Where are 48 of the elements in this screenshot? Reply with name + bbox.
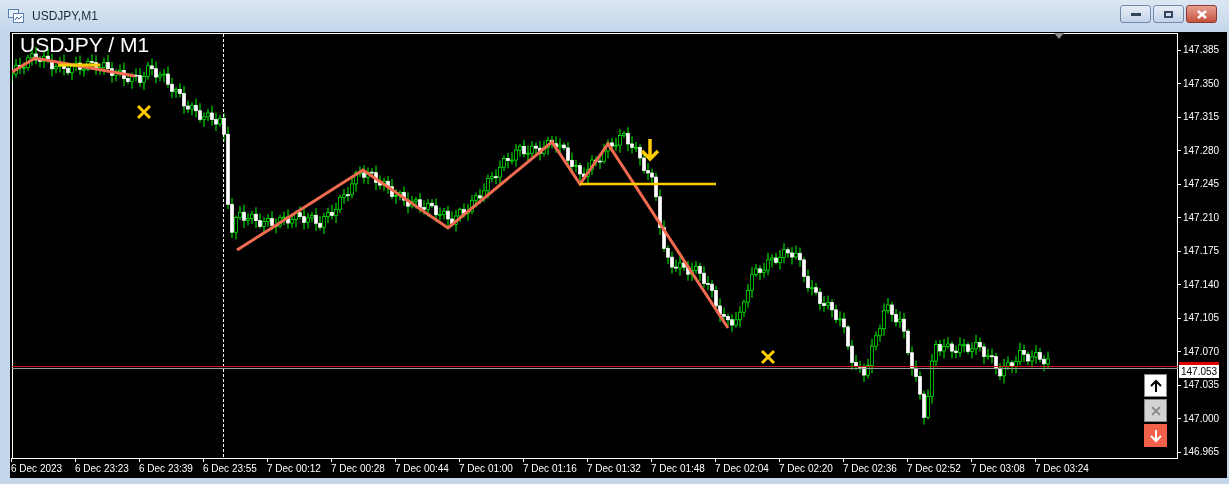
time-axis-label: 6 Dec 23:39 <box>139 462 193 475</box>
price-axis-label: 147.035 <box>1183 378 1220 392</box>
sell-button[interactable] <box>1144 424 1167 447</box>
price-axis-label: 147.000 <box>1183 411 1220 426</box>
current-price-label: 147.053 <box>1179 362 1220 378</box>
price-axis-label: 147.350 <box>1183 76 1220 91</box>
restore-icon <box>1164 10 1173 18</box>
time-axis-label: 7 Dec 01:48 <box>651 462 705 475</box>
price-axis-label: 146.965 <box>1183 445 1220 459</box>
close-icon <box>1150 405 1161 416</box>
minimize-icon <box>1130 12 1141 16</box>
price-axis-label: 147.210 <box>1183 210 1220 225</box>
price-axis-label: 147.175 <box>1183 244 1220 258</box>
time-axis-label: 6 Dec 23:55 <box>203 462 257 475</box>
chart-title: USDJPY / M1 <box>20 34 150 55</box>
price-axis-label: 147.245 <box>1183 177 1220 191</box>
price-axis-label: 147.070 <box>1183 344 1220 359</box>
price-axis-label: 147.105 <box>1183 311 1220 325</box>
time-axis-label: 7 Dec 01:32 <box>587 462 641 475</box>
price-axis-label: 147.315 <box>1183 110 1220 124</box>
time-axis-label: 7 Dec 01:00 <box>459 462 513 475</box>
window-title: USDJPY,M1 <box>32 8 98 25</box>
time-axis-label: 7 Dec 03:08 <box>971 462 1025 475</box>
down-arrow-icon <box>1149 428 1162 443</box>
close-button[interactable] <box>1186 5 1217 23</box>
time-axis-label: 7 Dec 02:52 <box>907 462 961 475</box>
price-axis-label: 147.385 <box>1183 43 1220 57</box>
time-axis-label: 7 Dec 01:16 <box>523 462 577 475</box>
time-axis-label: 6 Dec 2023 <box>11 462 63 475</box>
time-axis-label: 7 Dec 00:28 <box>331 462 385 475</box>
time-axis-label: 7 Dec 02:36 <box>843 462 897 475</box>
down-arrow-icon <box>640 138 660 162</box>
price-axis-label: 147.140 <box>1183 277 1220 292</box>
minimize-button[interactable] <box>1120 5 1151 23</box>
price-axis-label: 147.280 <box>1183 143 1220 158</box>
buy-button[interactable] <box>1144 374 1167 397</box>
time-axis-label: 7 Dec 02:20 <box>779 462 833 475</box>
close-icon <box>1196 9 1207 19</box>
time-axis-label: 7 Dec 02:04 <box>715 462 769 475</box>
up-arrow-icon <box>1149 378 1162 393</box>
cross-mark-icon <box>760 349 776 365</box>
time-axis-label: 7 Dec 00:12 <box>267 462 321 475</box>
cross-mark-icon <box>136 104 152 120</box>
maximize-button[interactable] <box>1153 5 1184 23</box>
chart-window-icon <box>8 9 24 23</box>
time-axis-label: 7 Dec 00:44 <box>395 462 449 475</box>
time-axis-label: 6 Dec 23:23 <box>75 462 129 475</box>
time-axis-label: 7 Dec 03:24 <box>1035 462 1089 475</box>
